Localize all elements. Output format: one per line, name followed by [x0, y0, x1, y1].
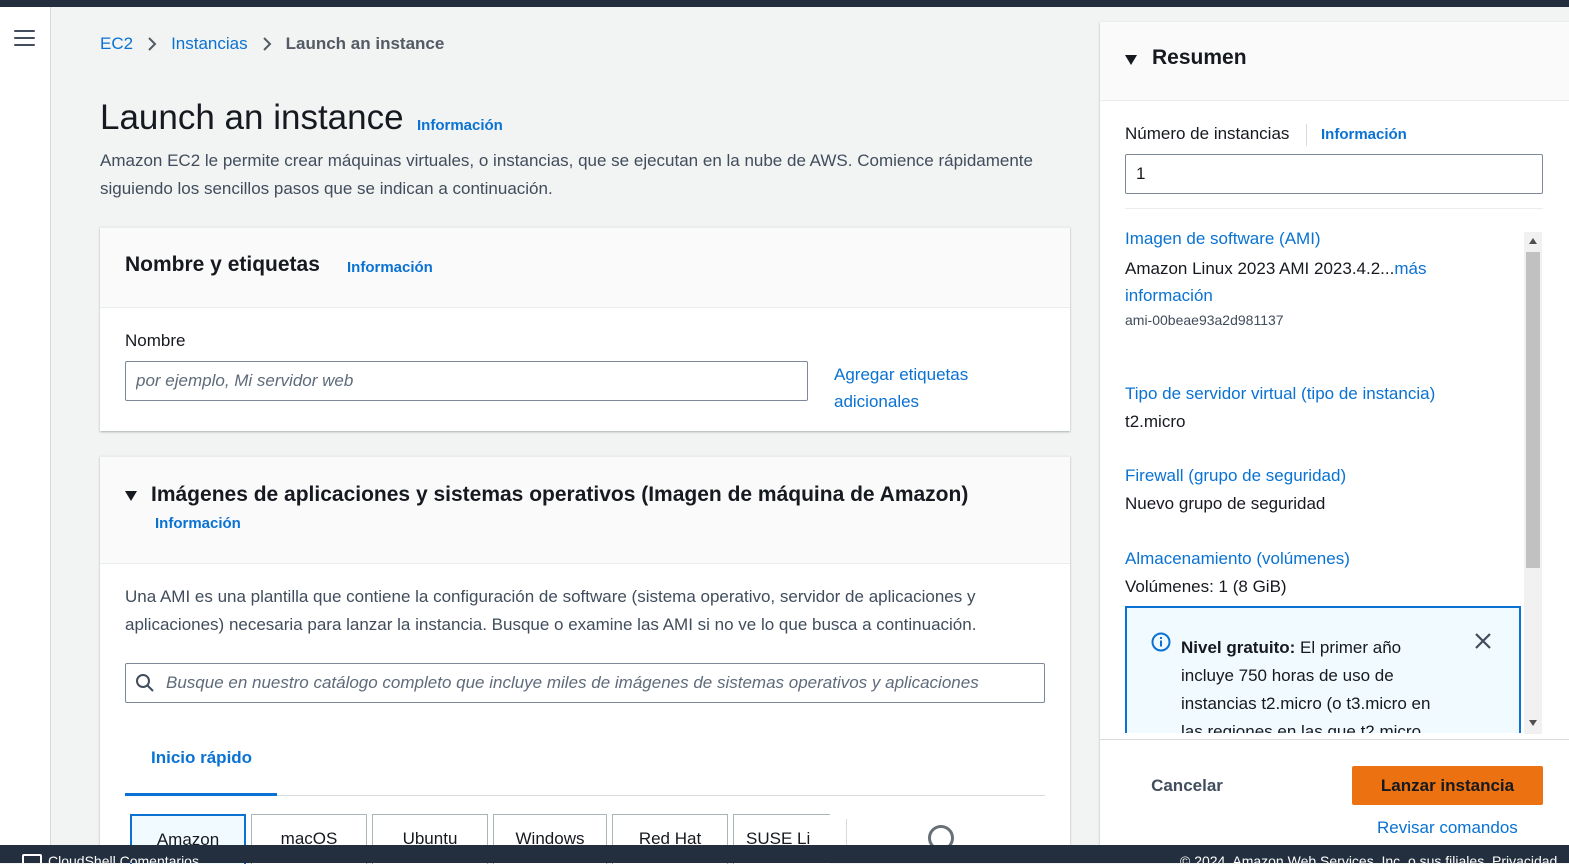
ami-id: ami-00beae93a2d981137	[1125, 312, 1284, 328]
name-input[interactable]	[125, 361, 808, 401]
summary-header[interactable]: Resumen	[1100, 22, 1569, 101]
instance-count-label: Número de instancias	[1125, 124, 1290, 143]
instance-type-value: t2.micro	[1125, 412, 1186, 431]
page-description: Amazon EC2 le permite crear máquinas vir…	[100, 151, 1033, 198]
ami-panel: Imágenes de aplicaciones y sistemas oper…	[100, 456, 1070, 864]
storage-link[interactable]: Almacenamiento (volúmenes)	[1125, 549, 1505, 569]
tab-quick-start-label: Inicio rápido	[151, 748, 253, 767]
page-title: Launch an instance	[100, 98, 404, 137]
name-and-tags-header: Nombre y etiquetas Información	[100, 228, 1070, 308]
side-navigation-rail	[0, 7, 51, 845]
top-navigation-bar	[0, 0, 1569, 7]
ami-summary-value: Amazon Linux 2023 AMI 2023.4.2...más inf…	[1125, 255, 1505, 309]
search-icon	[135, 673, 155, 698]
summary-details: Imagen de software (AMI) Amazon Linux 20…	[1125, 229, 1545, 733]
footer-right: © 2024, Amazon Web Services, Inc. o sus …	[1180, 853, 1558, 863]
free-tier-bold: Nivel gratuito:	[1181, 638, 1296, 657]
ami-description: Una AMI es una plantilla que contiene la…	[125, 587, 977, 634]
name-and-tags-info-link[interactable]: Información	[347, 259, 433, 276]
summary-firewall: Firewall (grupo de seguridad) Nuevo grup…	[1125, 466, 1505, 517]
breadcrumb-instances[interactable]: Instancias	[171, 34, 248, 54]
divider	[1306, 124, 1307, 146]
instance-count-input[interactable]	[1125, 154, 1543, 194]
footer-left[interactable]: CloudShell Comentarios	[48, 853, 199, 863]
ami-search	[125, 663, 1045, 703]
hamburger-menu-icon[interactable]	[14, 30, 35, 48]
ami-tabs: Inicio rápido	[125, 733, 1045, 796]
summary-ami: Imagen de software (AMI) Amazon Linux 20…	[1125, 229, 1505, 328]
name-label: Nombre	[125, 331, 186, 350]
page-info-link[interactable]: Información	[417, 117, 503, 134]
add-tags-link[interactable]: Agregar etiquetas adicionales	[834, 361, 1014, 415]
close-icon[interactable]	[1474, 632, 1492, 655]
summary-scrollbar[interactable]	[1524, 232, 1542, 734]
free-tier-alert: Nivel gratuito: El primer año incluye 75…	[1125, 606, 1521, 733]
breadcrumb-current: Launch an instance	[285, 34, 445, 53]
divider	[1100, 739, 1569, 740]
chevron-right-icon	[147, 36, 157, 52]
scrollbar-thumb[interactable]	[1526, 252, 1540, 568]
review-commands-link[interactable]: Revisar comandos	[1377, 818, 1518, 838]
firewall-value: Nuevo grupo de seguridad	[1125, 494, 1326, 513]
ami-header[interactable]: Imágenes de aplicaciones y sistemas oper…	[100, 457, 1070, 564]
divider	[1125, 208, 1543, 209]
instance-count-info-link[interactable]: Información	[1321, 126, 1407, 143]
tab-quick-start[interactable]: Inicio rápido	[125, 733, 277, 796]
caret-down-icon[interactable]	[124, 489, 138, 507]
summary-storage: Almacenamiento (volúmenes) Volúmenes: 1 …	[1125, 549, 1505, 600]
summary-panel: Resumen Número de instancias Información…	[1100, 22, 1569, 845]
info-icon	[1151, 632, 1171, 657]
breadcrumb: EC2 Instancias Launch an instance	[100, 34, 444, 54]
launch-instance-button[interactable]: Lanzar instancia	[1352, 766, 1543, 805]
cloudshell-icon[interactable]	[22, 854, 42, 863]
name-and-tags-title: Nombre y etiquetas	[125, 253, 320, 276]
bottom-bar: CloudShell Comentarios © 2024, Amazon We…	[0, 845, 1569, 863]
ami-search-input[interactable]	[125, 663, 1045, 703]
ami-summary-link[interactable]: Imagen de software (AMI)	[1125, 229, 1505, 249]
firewall-link[interactable]: Firewall (grupo de seguridad)	[1125, 466, 1505, 486]
summary-instance-type: Tipo de servidor virtual (tipo de instan…	[1125, 384, 1505, 435]
storage-value: Volúmenes: 1 (8 GiB)	[1125, 577, 1287, 596]
scroll-up-icon[interactable]	[1529, 238, 1537, 244]
summary-title: Resumen	[1152, 46, 1247, 69]
ami-title: Imágenes de aplicaciones y sistemas oper…	[151, 483, 969, 506]
name-and-tags-panel: Nombre y etiquetas Información Nombre Ag…	[100, 227, 1070, 431]
caret-down-icon[interactable]	[1124, 53, 1138, 71]
cancel-button[interactable]: Cancelar	[1125, 766, 1249, 806]
free-tier-text: Nivel gratuito: El primer año incluye 75…	[1181, 634, 1453, 733]
instance-type-link[interactable]: Tipo de servidor virtual (tipo de instan…	[1125, 384, 1505, 404]
chevron-right-icon	[262, 36, 272, 52]
ami-name: Amazon Linux 2023 AMI 2023.4.2...	[1125, 259, 1395, 278]
breadcrumb-ec2[interactable]: EC2	[100, 34, 133, 54]
ami-info-link[interactable]: Información	[155, 515, 241, 532]
scroll-down-icon[interactable]	[1529, 720, 1537, 726]
